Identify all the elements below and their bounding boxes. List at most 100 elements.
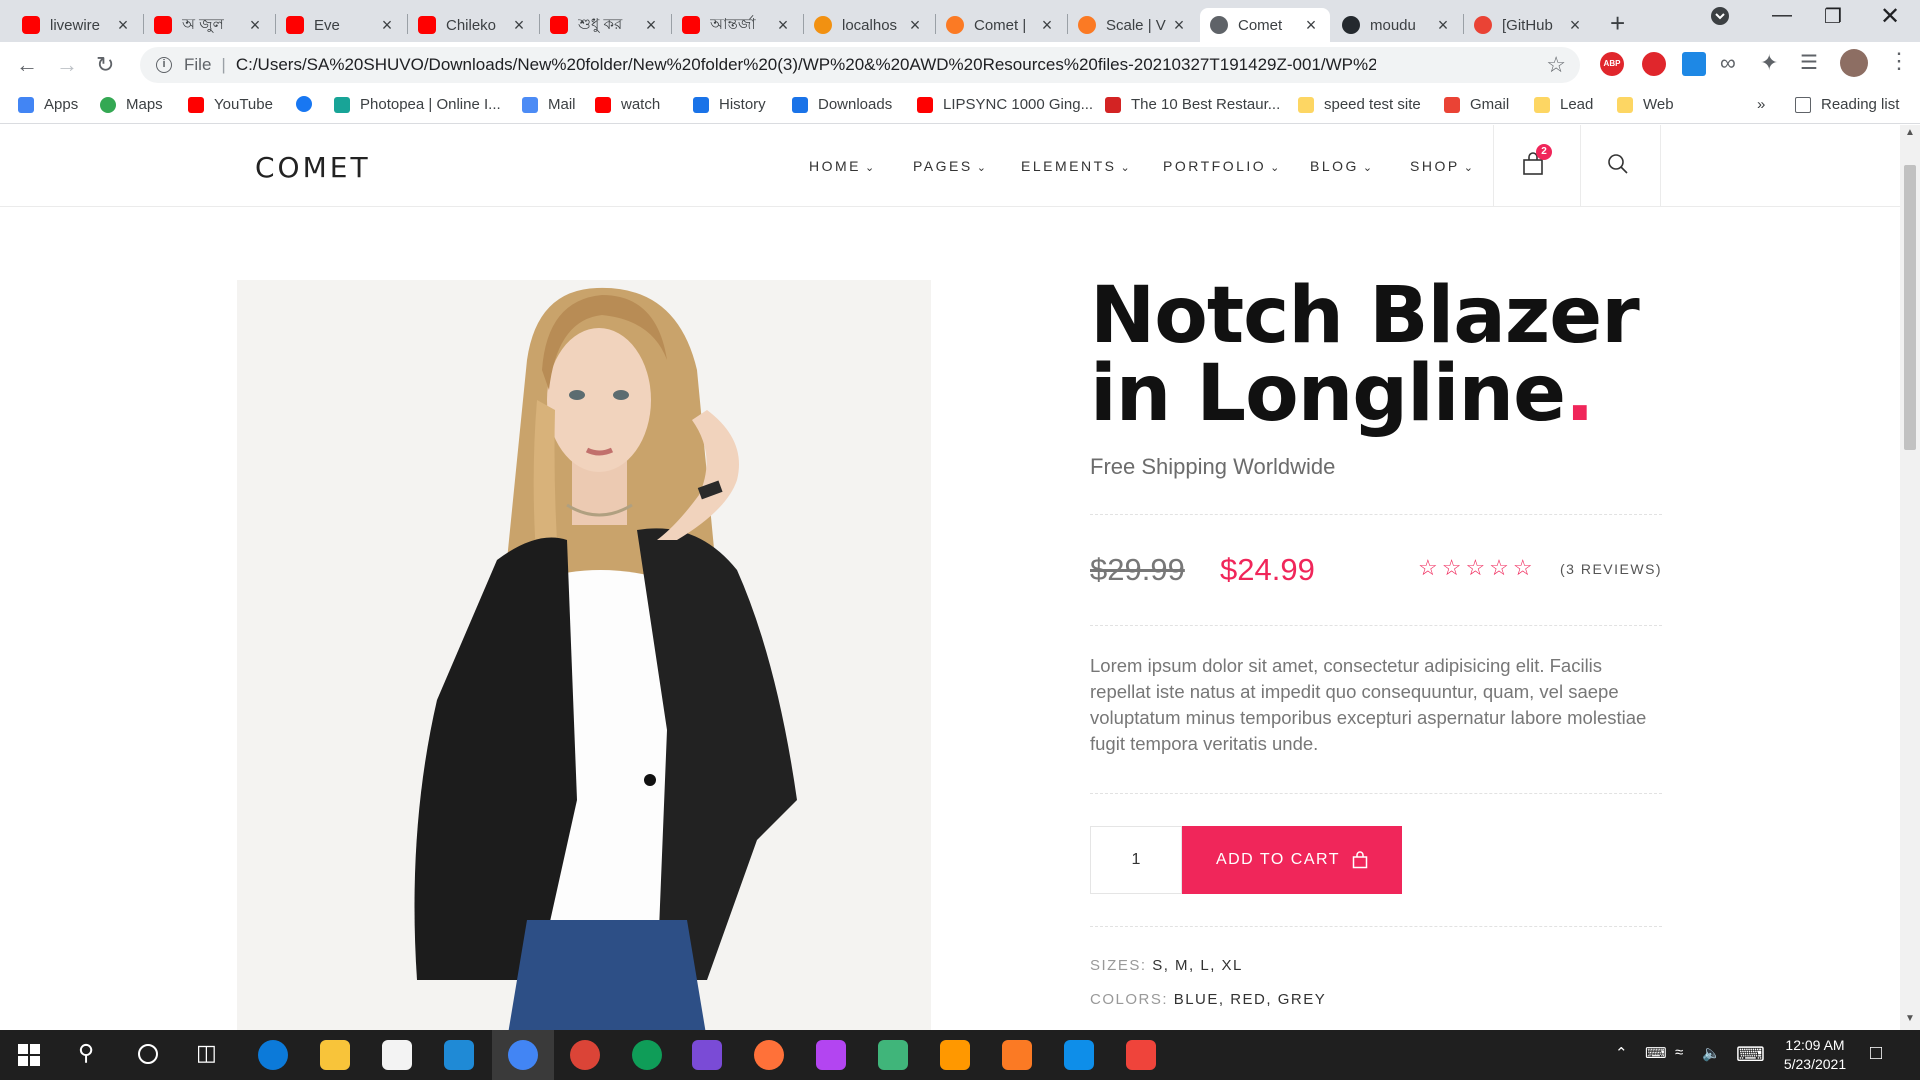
address-bar[interactable]: i File | C:/Users/SA%20SHUVO/Downloads/N… — [140, 47, 1580, 83]
bookmark-item[interactable]: Photopea | Online I... — [334, 96, 501, 113]
back-button[interactable]: ← — [16, 52, 38, 78]
forward-button[interactable]: → — [56, 52, 78, 78]
close-tab-icon[interactable]: × — [906, 15, 924, 36]
firefox-icon[interactable] — [754, 1040, 784, 1070]
teamviewer-icon[interactable] — [1064, 1040, 1094, 1070]
adblock-icon[interactable]: ABP — [1600, 52, 1624, 76]
volume-icon[interactable]: 🔈 — [1702, 1044, 1721, 1062]
close-tab-icon[interactable]: × — [114, 15, 132, 36]
bookmark-item[interactable]: Web — [1617, 96, 1674, 113]
browser-tab[interactable]: আন্তর্জা × — [672, 8, 802, 42]
wifi-icon[interactable]: ≈ — [1675, 1044, 1683, 1061]
show-hidden-icons-icon[interactable]: ⌃ — [1615, 1044, 1628, 1062]
site-logo[interactable]: COMET — [255, 151, 371, 184]
anydesk-icon[interactable] — [1126, 1040, 1156, 1070]
profile-avatar[interactable] — [1840, 49, 1868, 77]
nav-item-portfolio[interactable]: PORTFOLIO ⌄ — [1163, 158, 1282, 174]
bookmark-star-icon[interactable]: ☆ — [1546, 52, 1566, 78]
mail-icon[interactable] — [444, 1040, 474, 1070]
maximize-button[interactable]: ❐ — [1824, 4, 1842, 29]
search-button[interactable] — [1607, 153, 1629, 180]
tab-search-icon[interactable] — [1710, 6, 1730, 32]
browser-tab[interactable]: moudu × — [1332, 8, 1462, 42]
chrome-icon[interactable] — [508, 1040, 538, 1070]
cart-button[interactable]: 2 — [1522, 144, 1552, 181]
browser-tab[interactable]: Eve × — [276, 8, 406, 42]
browser-tab[interactable]: অ জুল × — [144, 8, 274, 42]
bookmark-item[interactable]: speed test site — [1298, 96, 1421, 113]
nav-item-elements[interactable]: ELEMENTS ⌄ — [1021, 158, 1132, 174]
url-text[interactable]: C:/Users/SA%20SHUVO/Downloads/New%20fold… — [236, 55, 1376, 75]
bookmark-item[interactable]: watch — [595, 96, 660, 113]
bookmark-item[interactable] — [296, 96, 322, 112]
nav-item-home[interactable]: HOME ⌄ — [809, 158, 877, 174]
close-window-button[interactable]: ✕ — [1880, 2, 1900, 31]
bookmark-item[interactable]: Gmail — [1444, 96, 1509, 113]
windows-start-icon[interactable] — [18, 1044, 40, 1071]
sublime-ext-icon[interactable] — [1682, 52, 1706, 76]
close-tab-icon[interactable]: × — [510, 15, 528, 36]
visual-studio-icon[interactable] — [692, 1040, 722, 1070]
sizes-values[interactable]: S, M, L, XL — [1152, 957, 1243, 974]
atom-icon[interactable] — [878, 1040, 908, 1070]
bookmark-item[interactable]: LIPSYNC 1000 Ging... — [917, 96, 1093, 113]
close-tab-icon[interactable]: × — [1170, 15, 1188, 36]
browser-tab[interactable]: Scale | V × — [1068, 8, 1198, 42]
store-icon[interactable] — [382, 1040, 412, 1070]
scrollbar-thumb[interactable] — [1904, 165, 1916, 450]
browser-tab[interactable]: localhos × — [804, 8, 934, 42]
input-method-icon[interactable]: ⌨ — [1645, 1044, 1667, 1062]
colors-values[interactable]: BLUE, RED, GREY — [1174, 991, 1327, 1008]
bookmark-item[interactable]: Apps — [18, 96, 78, 113]
browser-tab[interactable]: [GitHub × — [1464, 8, 1594, 42]
bookmark-item[interactable]: Mail — [522, 96, 576, 113]
bookmark-item[interactable]: The 10 Best Restaur... — [1105, 96, 1280, 113]
clock[interactable]: 12:09 AM 5/23/2021 — [1775, 1036, 1855, 1074]
keyboard-icon[interactable]: ⌨ — [1736, 1042, 1765, 1067]
reload-button[interactable]: ↻ — [96, 52, 114, 78]
browser-tab[interactable]: Comet × — [1200, 8, 1330, 42]
opera-ext-icon[interactable] — [1642, 52, 1666, 76]
cortana-icon[interactable] — [138, 1044, 158, 1064]
edge-icon[interactable] — [258, 1040, 288, 1070]
close-tab-icon[interactable]: × — [774, 15, 792, 36]
extensions-puzzle-icon[interactable]: ✦ — [1760, 50, 1778, 76]
more-bookmarks-button[interactable]: » — [1757, 96, 1765, 113]
sublime-icon[interactable] — [940, 1040, 970, 1070]
bookmark-item[interactable]: Lead — [1534, 96, 1593, 113]
browser-tab[interactable]: Chileko × — [408, 8, 538, 42]
close-tab-icon[interactable]: × — [1434, 15, 1452, 36]
extension-link-icon[interactable]: ∞ — [1720, 50, 1736, 76]
close-tab-icon[interactable]: × — [1038, 15, 1056, 36]
quantity-input[interactable]: 1 — [1090, 826, 1182, 894]
new-tab-button[interactable]: + — [1610, 8, 1625, 39]
search-icon[interactable]: ⚲ — [78, 1040, 94, 1066]
browser-tab[interactable]: শুধু কর × — [540, 8, 670, 42]
add-to-cart-button[interactable]: ADD TO CART — [1182, 826, 1402, 894]
notifications-icon[interactable]: □ — [1870, 1042, 1882, 1065]
file-explorer-icon[interactable] — [320, 1040, 350, 1070]
nav-item-blog[interactable]: BLOG ⌄ — [1310, 158, 1375, 174]
close-tab-icon[interactable]: × — [378, 15, 396, 36]
info-icon[interactable]: i — [156, 57, 172, 73]
close-tab-icon[interactable]: × — [246, 15, 264, 36]
browser-tab[interactable]: Comet | × — [936, 8, 1066, 42]
scroll-down-arrow-icon[interactable]: ▼ — [1905, 1013, 1915, 1024]
nav-item-pages[interactable]: PAGES ⌄ — [913, 158, 988, 174]
phpstorm-icon[interactable] — [816, 1040, 846, 1070]
reading-list-button[interactable]: Reading list — [1795, 96, 1899, 113]
chrome-icon[interactable] — [570, 1040, 600, 1070]
chrome-icon[interactable] — [632, 1040, 662, 1070]
scroll-up-arrow-icon[interactable]: ▲ — [1905, 127, 1915, 138]
close-tab-icon[interactable]: × — [642, 15, 660, 36]
close-tab-icon[interactable]: × — [1566, 15, 1584, 36]
bookmark-item[interactable]: Maps — [100, 96, 163, 113]
xampp-icon[interactable] — [1002, 1040, 1032, 1070]
reviews-link[interactable]: (3 REVIEWS) — [1560, 561, 1662, 577]
browser-menu-icon[interactable]: ⋮ — [1888, 48, 1910, 74]
page-scrollbar[interactable]: ▲ ▼ — [1900, 125, 1920, 1030]
bookmark-item[interactable]: History — [693, 96, 766, 113]
nav-item-shop[interactable]: SHOP ⌄ — [1410, 158, 1475, 174]
browser-tab[interactable]: livewire × — [12, 8, 142, 42]
task-view-icon[interactable]: ◫ — [196, 1040, 217, 1066]
